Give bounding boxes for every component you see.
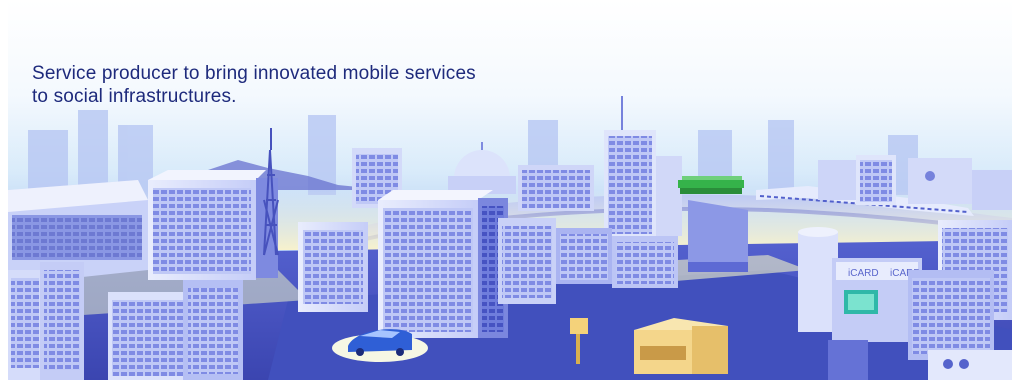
tagline-line-2: to social infrastructures. — [32, 86, 237, 107]
building-left-tall — [148, 170, 278, 280]
yellow-shop — [634, 318, 728, 374]
building-left-front — [108, 280, 243, 380]
green-station — [678, 176, 744, 194]
sign-icard-1: iCARD — [848, 268, 879, 279]
hero-tagline: Service producer to bring innovated mobi… — [32, 62, 476, 108]
tagline-line-1: Service producer to bring innovated mobi… — [32, 63, 476, 84]
city-illustration: iCARD iCARD — [8, 0, 1012, 380]
hero-banner: iCARD iCARD Service producer to bring in… — [8, 0, 1012, 380]
building-center-main — [378, 190, 508, 338]
building-left-small — [8, 262, 84, 380]
